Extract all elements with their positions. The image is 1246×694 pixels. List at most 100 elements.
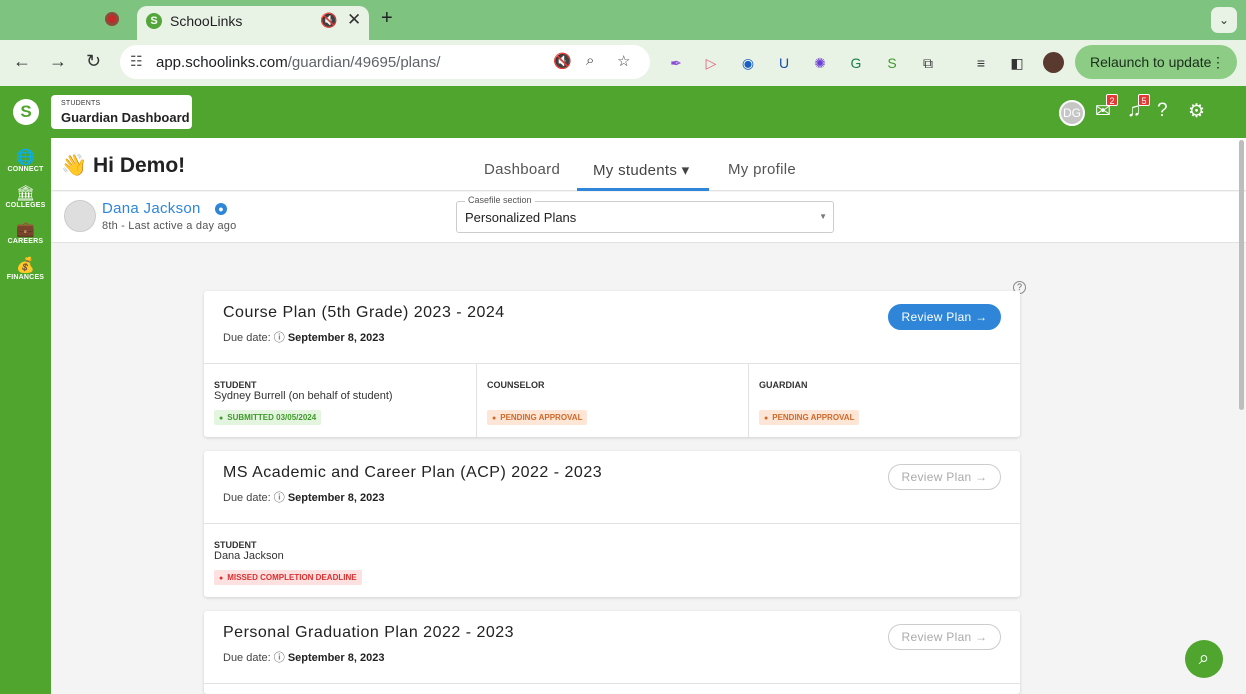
app-header: S STUDENTS Guardian Dashboard DG ✉ 2 ♫ 5 ?… [0,86,1246,138]
student-profile-icon[interactable]: ● [215,203,227,215]
dashboard-switcher-caption: STUDENTS [61,100,101,107]
tab-close-icon[interactable]: ✕ [347,10,361,30]
zoom-icon[interactable]: ⌕ [586,52,594,69]
plan-due-date: Due date: ⓘ September 8, 2023 [223,652,385,664]
greeting-text: Hi Demo! [93,154,186,177]
plan-card: Personal Graduation Plan 2022 - 2023 Due… [204,611,1020,694]
site-info-icon[interactable]: ☷ [130,53,143,70]
notifications-badge: 5 [1138,94,1150,106]
page-scrollbar[interactable] [1239,140,1244,410]
tab-mute-icon[interactable]: 🔇 [320,12,337,29]
sidebar-item-label: COLLEGES [5,202,46,209]
plan-title: MS Academic and Career Plan (ACP) 2022 -… [223,464,603,481]
browser-tab-strip: S SchooLinks 🔇 ✕ + ⌄ [0,0,1246,40]
approval-column-student: STUDENT Sydney Burrell (on behalf of stu… [204,363,476,437]
schoolinks-extension-icon[interactable]: S [882,53,902,73]
browser-menu-icon[interactable]: ⋮ [1211,45,1225,79]
approval-role: GUARDIAN [759,380,808,390]
new-tab-button[interactable]: + [381,7,393,30]
site-muted-icon[interactable]: 🔇 [553,52,572,70]
side-panel-icon[interactable]: ◧ [1007,53,1027,73]
schoolinks-favicon-icon: S [146,13,162,29]
schoolinks-logo-icon[interactable]: S [13,99,39,125]
approval-role: COUNSELOR [487,380,545,390]
sidebar: 🌐 CONNECT 🏛 COLLEGES 💼 CAREERS 💰 FINANCE… [0,138,51,694]
student-avatar [64,200,96,232]
profile-avatar[interactable] [1043,52,1064,73]
sidebar-item-colleges[interactable]: 🏛 COLLEGES [0,185,51,209]
help-search-button[interactable]: ⌕ [1185,640,1223,678]
plan-card: Course Plan (5th Grade) 2023 - 2024 Due … [204,291,1020,437]
review-plan-button[interactable]: Review Plan → [888,304,1001,330]
sidebar-item-connect[interactable]: 🌐 CONNECT [0,149,51,173]
messages-icon[interactable]: ✉ 2 [1095,94,1118,123]
plan-card: MS Academic and Career Plan (ACP) 2022 -… [204,451,1020,597]
student-context-bar: Dana Jackson ● 8th - Last active a day a… [51,192,1246,243]
address-bar[interactable]: ☷ app.schoolinks.com/guardian/49695/plan… [120,45,650,79]
tab-title: SchooLinks [170,13,243,29]
casefile-section-select[interactable]: Casefile section Personalized Plans ▼ [456,195,834,233]
bookmark-star-icon[interactable]: ☆ [617,52,630,70]
review-plan-button[interactable]: Review Plan → [888,464,1001,490]
approval-column-counselor: COUNSELOR PENDING APPROVAL [476,363,748,437]
grammarly-extension-icon[interactable]: G [846,53,866,73]
tab-my-students[interactable]: My students ▾ [593,161,689,179]
casefile-section-label: Casefile section [465,195,535,205]
globe-icon: 🌐 [16,149,35,166]
dashboard-switcher[interactable]: STUDENTS Guardian Dashboard [51,95,192,129]
plan-title: Course Plan (5th Grade) 2023 - 2024 [223,304,505,321]
notifications-bell-icon[interactable]: ♫ 5 [1127,94,1150,122]
approval-name: Sydney Burrell (on behalf of student) [214,390,393,402]
dashboard-switcher-title: Guardian Dashboard [61,110,190,125]
approval-role: STUDENT [214,540,257,550]
settings-gear-icon[interactable]: ⚙ [1188,100,1205,123]
top-navigation: 👋 Hi Demo! Dashboard My students ▾ My pr… [51,138,1246,191]
status-badge: PENDING APPROVAL [759,410,860,425]
info-icon: ⓘ [273,492,285,504]
tab-search-button[interactable]: ⌄ [1211,7,1237,33]
money-bag-icon: 💰 [16,257,35,274]
status-badge: MISSED COMPLETION DEADLINE [214,570,362,585]
sidebar-item-label: CAREERS [7,238,44,245]
info-icon: ⓘ [273,332,285,344]
flower-extension-icon[interactable]: ✺ [810,53,830,73]
casefile-section-value: Personalized Plans [465,210,577,225]
approval-column-guardian: GUARDIAN PENDING APPROVAL [748,363,1020,437]
back-button[interactable]: ← [13,51,31,72]
pen-extension-icon[interactable]: ✒ [666,53,686,73]
student-meta: 8th - Last active a day ago [102,220,237,232]
browser-toolbar: ← → ↻ ☷ app.schoolinks.com/guardian/4969… [0,40,1246,86]
extensions-puzzle-icon[interactable]: ⧉ [918,53,938,73]
reload-button[interactable]: ↻ [86,51,101,72]
approval-column-student: STUDENT Dana Jackson MISSED COMPLETION D… [204,523,476,597]
sidebar-item-label: FINANCES [6,274,45,281]
review-plan-button[interactable]: Review Plan → [888,624,1001,650]
video-extension-icon[interactable]: ▷ [701,53,721,73]
user-avatar[interactable]: DG [1059,100,1085,126]
info-icon: ⓘ [273,652,285,664]
briefcase-icon: 💼 [16,221,35,238]
recording-indicator-icon[interactable] [105,12,119,26]
url-text[interactable]: app.schoolinks.com/guardian/49695/plans/ [156,54,440,71]
card-divider [204,683,1020,684]
sidebar-item-label: CONNECT [7,166,44,173]
forward-button[interactable]: → [49,51,67,72]
approval-name: Dana Jackson [214,550,284,562]
page-greeting: 👋 Hi Demo! [61,154,185,178]
relaunch-to-update-button[interactable]: Relaunch to update ⋮ [1075,45,1237,79]
plan-title: Personal Graduation Plan 2022 - 2023 [223,624,515,641]
tab-dashboard[interactable]: Dashboard [484,161,560,178]
sidebar-item-careers[interactable]: 💼 CAREERS [0,221,51,245]
shield-extension-icon[interactable]: ◉ [738,53,758,73]
browser-tab[interactable]: S SchooLinks 🔇 ✕ [137,6,369,40]
active-tab-indicator [577,188,709,191]
tab-my-profile[interactable]: My profile [728,161,796,178]
sidebar-item-finances[interactable]: 💰 FINANCES [0,257,51,281]
student-name-link[interactable]: Dana Jackson [102,200,201,217]
help-icon[interactable]: ? [1157,100,1168,122]
status-badge: SUBMITTED 03/05/2024 [214,410,322,425]
approval-role: STUDENT [214,380,257,390]
reading-list-icon[interactable]: ≡ [971,53,991,73]
college-icon: 🏛 [15,185,36,202]
ublock-extension-icon[interactable]: U [774,53,794,73]
